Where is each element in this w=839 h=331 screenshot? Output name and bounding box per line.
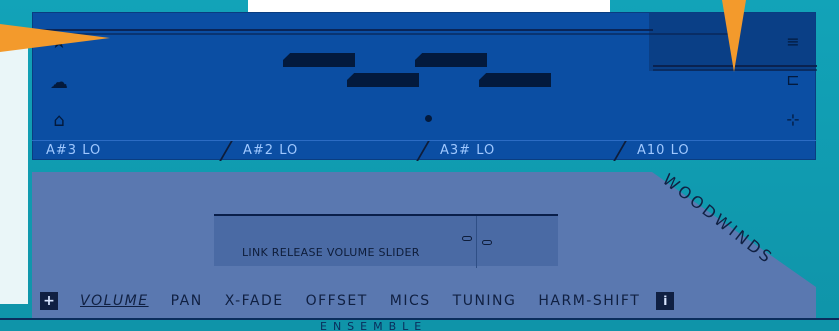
slider-label: LINK RELEASE VOLUME SLIDER: [242, 246, 420, 259]
release-volume-slider[interactable]: LINK RELEASE VOLUME SLIDER: [214, 214, 558, 268]
info-button[interactable]: i: [656, 292, 675, 310]
glitch-line: [33, 29, 653, 31]
tool-harm-shift[interactable]: HARM-SHIFT: [538, 293, 640, 309]
tool-tuning[interactable]: TUNING: [453, 293, 517, 309]
tool-tabs: + VOLUME PAN X-FADE OFFSET MICS TUNING H…: [40, 292, 800, 310]
tab-label: A#3 LO: [46, 143, 102, 158]
bracket-icon[interactable]: ⊏: [781, 69, 805, 89]
link-toggle[interactable]: [482, 240, 492, 245]
tool-mics[interactable]: MICS: [390, 293, 431, 309]
tab-zone-2[interactable]: A#2 LO: [219, 140, 422, 161]
house-icon[interactable]: ⌂: [47, 110, 71, 131]
background-left-panel: [0, 44, 28, 304]
tool-x-fade[interactable]: X-FADE: [225, 293, 284, 309]
node-icon[interactable]: ⊹: [781, 109, 805, 129]
note-block[interactable]: [283, 53, 355, 67]
tool-offset[interactable]: OFFSET: [306, 293, 368, 309]
zone-tabs: A#3 LO A#2 LO A3# LO A10 LO: [32, 140, 816, 161]
slider-divider: [476, 216, 477, 268]
note-block[interactable]: [415, 53, 487, 67]
footer-text: ENSEMBLE: [320, 320, 428, 331]
playhead-dot: [425, 115, 432, 122]
tab-zone-4[interactable]: A10 LO: [613, 140, 816, 161]
background-top-panel: [248, 0, 610, 12]
tab-label: A#2 LO: [243, 143, 299, 158]
mapping-panel[interactable]: ★ ☁ ⌂ ≡ ⊏ ⊹: [32, 12, 817, 160]
glitch-line: [33, 33, 733, 35]
tab-zone-3[interactable]: A3# LO: [416, 140, 619, 161]
tool-pan[interactable]: PAN: [171, 293, 203, 309]
menu-lines-icon[interactable]: ≡: [781, 31, 805, 51]
cloud-icon[interactable]: ☁: [47, 72, 71, 93]
tab-label: A10 LO: [637, 143, 690, 158]
note-block[interactable]: [347, 73, 419, 87]
tool-volume[interactable]: VOLUME: [80, 293, 149, 309]
note-block[interactable]: [479, 73, 551, 87]
add-button[interactable]: +: [40, 292, 58, 310]
tab-zone-1[interactable]: A#3 LO: [32, 140, 225, 160]
link-toggle[interactable]: [462, 236, 472, 241]
tab-label: A3# LO: [440, 143, 496, 158]
orange-arrow-left: [0, 24, 110, 52]
orange-arrow-top: [722, 0, 746, 72]
